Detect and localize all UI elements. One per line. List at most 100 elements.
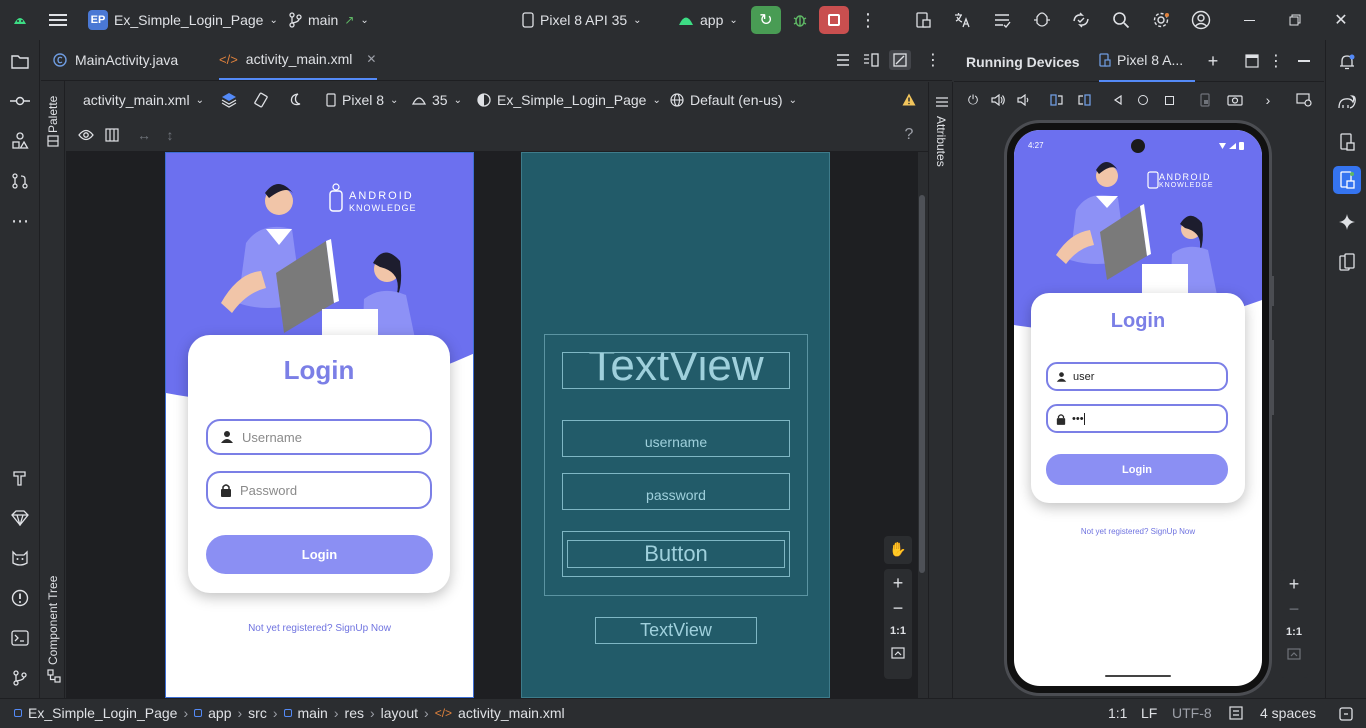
design-canvas[interactable]: ANDROID KNOWLEDGE Login Username Passwor… [66, 152, 918, 698]
breadcrumb-item[interactable]: app [208, 705, 231, 721]
logcat-icon[interactable] [8, 546, 32, 570]
tasks-list-icon[interactable] [990, 8, 1014, 32]
branch-selector[interactable]: main ↗ ⌄ [288, 8, 369, 32]
design-preview[interactable]: ANDROID KNOWLEDGE Login Username Passwor… [165, 152, 474, 698]
run-config-selector[interactable]: app ⌄ [678, 8, 738, 32]
notifications-icon[interactable] [1335, 50, 1359, 74]
signup-link[interactable]: Not yet registered? SignUp Now [166, 623, 473, 634]
night-mode-icon[interactable] [284, 89, 306, 111]
version-control-icon[interactable] [8, 666, 32, 690]
cursor-position[interactable]: 1:1 [1108, 705, 1127, 721]
blueprint-button[interactable]: Button [567, 540, 785, 568]
device-file-explorer-icon[interactable] [1335, 130, 1359, 154]
breadcrumb-item[interactable]: activity_main.xml [458, 705, 565, 721]
back-icon[interactable] [1109, 90, 1127, 110]
zoom-out-icon[interactable]: − [1289, 599, 1300, 620]
locale-selector[interactable]: Default (en-us) ⌄ [670, 88, 797, 112]
project-selector[interactable]: EP Ex_Simple_Login_Page ⌄ [88, 8, 278, 32]
tab-activity-main-xml[interactable]: </> activity_main.xml ✕ [219, 40, 377, 80]
device-username-field[interactable]: user [1046, 362, 1228, 391]
rotate-right-icon[interactable] [1075, 90, 1093, 110]
close-tab-icon[interactable]: ✕ [366, 52, 376, 66]
blueprint-footer-textview[interactable]: TextView [595, 617, 757, 644]
main-menu-icon[interactable] [46, 10, 70, 30]
api-level-selector[interactable]: 35 ⌄ [412, 88, 462, 112]
panel-more-icon[interactable]: ⋮ [1266, 51, 1286, 71]
pan-tool[interactable]: ✋ [884, 536, 912, 564]
tab-mainactivity[interactable]: MainActivity.java [53, 40, 178, 80]
breadcrumb-item[interactable]: layout [381, 705, 418, 721]
running-devices-toggle[interactable] [1333, 166, 1361, 194]
volume-up-icon[interactable] [989, 90, 1007, 110]
power-icon[interactable]: ⏻ [964, 90, 982, 110]
zoom-in-icon[interactable]: + [1289, 574, 1300, 595]
settings-gear-icon[interactable] [1149, 8, 1173, 32]
device-tab[interactable]: Pixel 8 A... [1099, 40, 1195, 82]
debug-button[interactable] [788, 8, 812, 32]
stop-button[interactable] [819, 6, 849, 34]
username-field[interactable]: Username [206, 419, 432, 455]
theme-selector[interactable]: Ex_Simple_Login_Page ⌄ [477, 88, 661, 112]
commit-icon[interactable] [8, 89, 32, 113]
blueprint-password[interactable]: password [562, 473, 790, 510]
login-button[interactable]: Login [206, 535, 433, 574]
read-only-toggle-icon[interactable] [1337, 705, 1355, 723]
gradle-icon[interactable] [1335, 90, 1359, 114]
indent-setting[interactable]: 4 spaces [1260, 705, 1316, 721]
blueprint-username[interactable]: username [562, 420, 790, 457]
password-field[interactable]: Password [206, 471, 432, 509]
preview-device-selector[interactable]: Pixel 8 ⌄ [326, 88, 398, 112]
blueprint-title-textview[interactable]: TextView [562, 352, 790, 389]
hide-panel-icon[interactable] [1294, 51, 1314, 71]
zoom-ratio[interactable]: 1:1 [890, 625, 906, 637]
breadcrumb-item[interactable]: Ex_Simple_Login_Page [28, 705, 177, 721]
code-view-icon[interactable] [833, 50, 853, 70]
help-icon[interactable]: ? [898, 124, 920, 146]
device-signup-link[interactable]: Not yet registered? SignUp Now [1014, 527, 1262, 536]
line-separator[interactable]: LF [1141, 705, 1157, 721]
volume-down-icon[interactable] [1014, 90, 1032, 110]
chevron-right-icon[interactable]: › [1259, 90, 1277, 110]
layout-validation-icon[interactable] [101, 124, 123, 146]
panel-layout-icon[interactable] [1242, 51, 1262, 71]
mirroring-settings-icon[interactable] [1294, 90, 1314, 110]
file-encoding[interactable]: UTF-8 [1172, 705, 1212, 721]
emulator-icon[interactable] [1335, 250, 1359, 274]
app-inspection-icon[interactable] [1030, 8, 1054, 32]
more-actions-icon[interactable]: ⋮ [858, 8, 878, 32]
build-hammer-icon[interactable] [8, 466, 32, 490]
breadcrumb-item[interactable]: res [345, 705, 364, 721]
design-view-icon[interactable] [889, 50, 911, 70]
device-manager-icon[interactable] [911, 8, 935, 32]
design-surface-icon[interactable] [218, 89, 240, 111]
fit-screen-icon[interactable] [891, 647, 905, 659]
gesture-handle[interactable] [1105, 675, 1171, 677]
apply-changes-button[interactable]: ↻ [751, 6, 781, 34]
component-tree-tab[interactable]: Component Tree [46, 576, 60, 665]
minimize-window-icon[interactable] [1237, 8, 1261, 32]
home-icon[interactable] [1134, 90, 1152, 110]
gemini-sparkle-icon[interactable] [1335, 210, 1359, 234]
breadcrumb-item[interactable]: src [248, 705, 267, 721]
terminal-icon[interactable] [8, 626, 32, 650]
zoom-out-icon[interactable]: − [893, 598, 904, 619]
more-tools-icon[interactable]: ⋯ [8, 209, 32, 233]
device-password-field[interactable]: ••• [1046, 404, 1228, 433]
breadcrumb-item[interactable]: main [298, 705, 328, 721]
problems-icon[interactable] [8, 586, 32, 610]
overview-icon[interactable] [1160, 90, 1178, 110]
device-selector[interactable]: Pixel 8 API 35 ⌄ [522, 8, 642, 32]
translate-icon[interactable] [950, 8, 974, 32]
search-icon[interactable] [1109, 8, 1133, 32]
horizontal-resize-icon[interactable]: ↔ [133, 124, 155, 146]
resource-manager-icon[interactable] [8, 129, 32, 153]
device-screen[interactable]: 4:27 ANDROID KNOWLEDGE Login user ••• Lo… [1014, 130, 1262, 686]
vertical-resize-icon[interactable]: ↕ [159, 124, 181, 146]
fit-screen-icon[interactable] [1287, 648, 1301, 660]
canvas-scrollbar[interactable] [919, 195, 925, 573]
zoom-ratio[interactable]: 1:1 [1286, 626, 1302, 638]
project-folder-icon[interactable] [8, 50, 32, 74]
warning-icon[interactable] [900, 90, 918, 108]
lock-screen-icon[interactable] [1196, 90, 1214, 110]
restore-window-icon[interactable] [1283, 8, 1307, 32]
